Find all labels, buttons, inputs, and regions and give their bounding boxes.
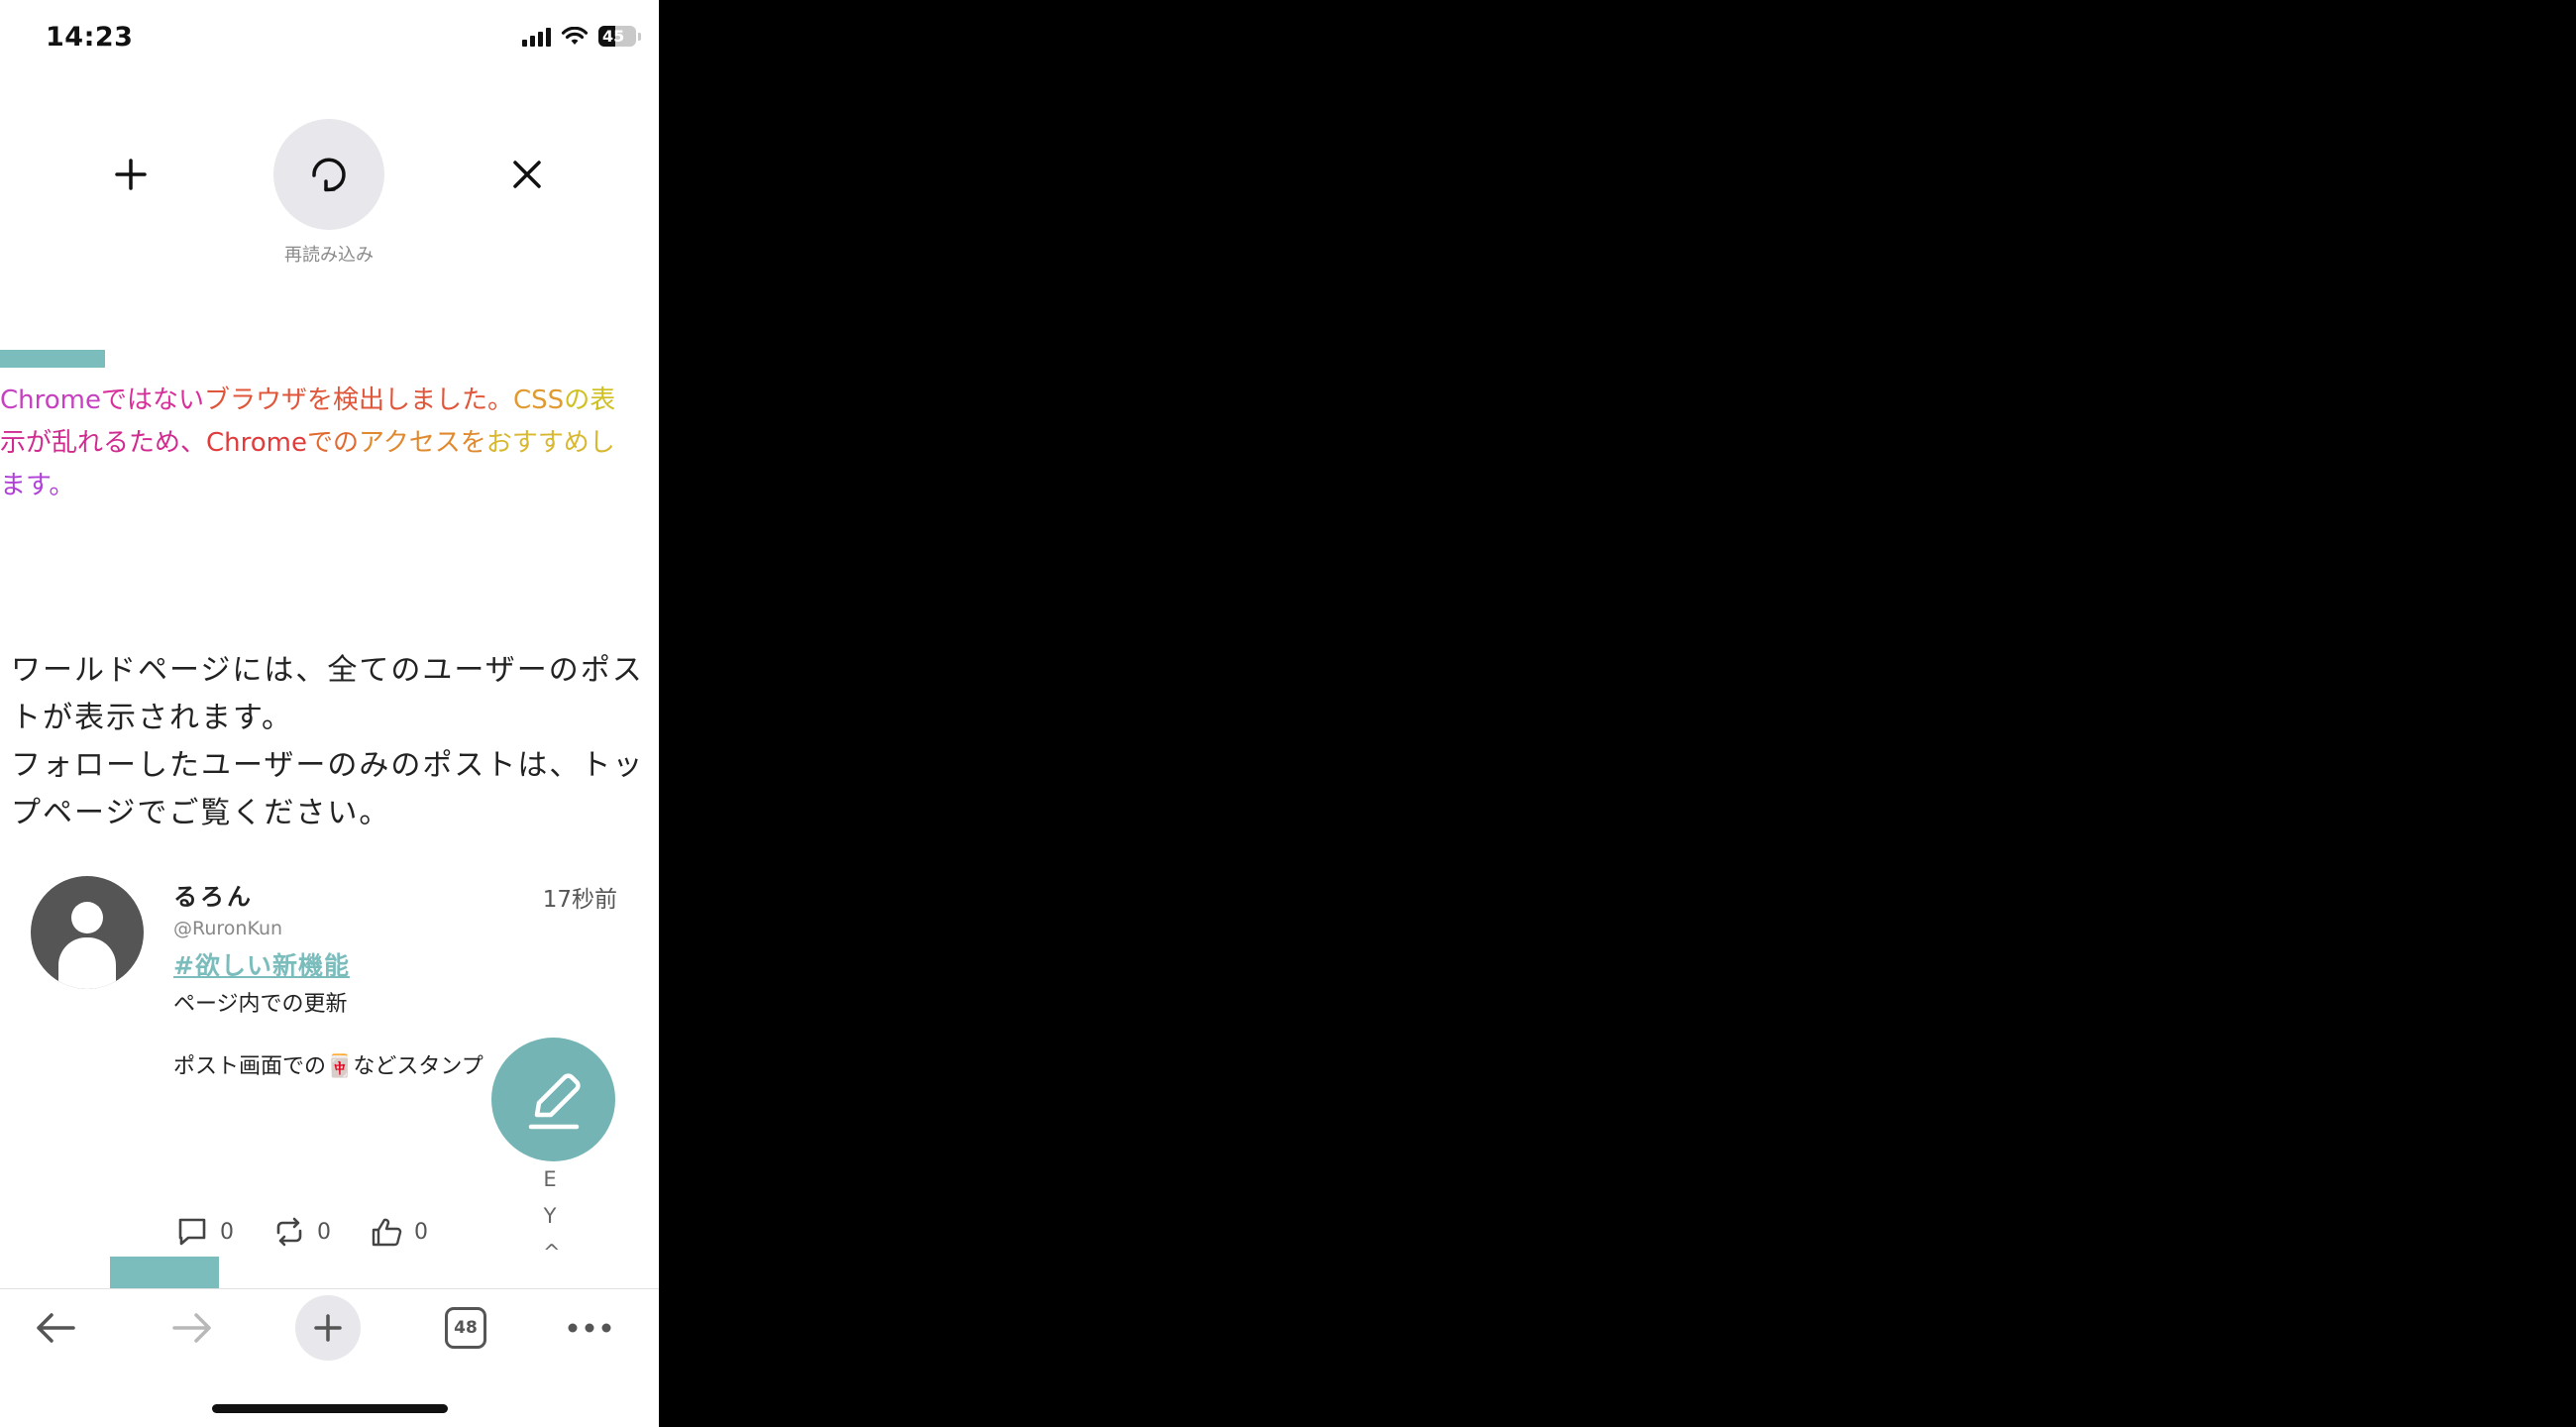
warning-segment: Chrome xyxy=(206,428,307,458)
tab-count: 48 xyxy=(445,1307,486,1349)
arrow-right-icon xyxy=(172,1313,211,1343)
reload-label: 再読み込み xyxy=(284,245,374,266)
like-count: 0 xyxy=(414,1219,428,1245)
thumbs-up-icon xyxy=(372,1218,402,1247)
close-button[interactable] xyxy=(472,119,583,230)
empty-display-area xyxy=(659,0,2576,1427)
warning-segment: の表 xyxy=(564,385,616,415)
side-letters: E Y ^ xyxy=(543,1161,561,1271)
warning-segment: CSS xyxy=(513,385,565,415)
toolbar-new-tab-button[interactable] xyxy=(288,1295,368,1361)
browser-warning: Chromeではないブラウザを検出しました。CSSの表 示が乱れるため、Chro… xyxy=(0,380,659,507)
world-page-description: ワールドページには、全てのユーザーのポストが表示されます。 フォローしたユーザーの… xyxy=(11,647,655,837)
more-menu-button[interactable] xyxy=(550,1295,629,1361)
post-actions: 0 0 0 xyxy=(176,1217,428,1247)
repost-icon xyxy=(276,1217,302,1247)
status-icons: 45 xyxy=(522,26,641,47)
side-letter: ^ xyxy=(543,1241,561,1264)
forward-button[interactable] xyxy=(153,1295,232,1361)
new-tab-plus-button[interactable] xyxy=(75,119,186,230)
warning-segment: アクセスを xyxy=(359,428,486,458)
tabs-button[interactable]: 48 xyxy=(426,1295,505,1361)
header-accent-bar xyxy=(0,350,105,368)
warning-segment: での xyxy=(307,428,360,458)
mahjong-stamp-icon: 🀄 xyxy=(326,1054,354,1079)
pencil-icon xyxy=(528,1072,581,1129)
post-user-name[interactable]: るろん xyxy=(173,877,254,912)
status-time: 14:23 xyxy=(46,22,134,53)
battery-cap xyxy=(638,32,641,41)
reload-icon xyxy=(312,158,346,192)
reply-button[interactable]: 0 xyxy=(176,1217,234,1247)
compose-post-button[interactable] xyxy=(491,1038,615,1161)
warning-segment: ブラウザを検出しました。 xyxy=(204,385,514,415)
wifi-icon xyxy=(561,26,589,45)
side-letter: Y xyxy=(543,1204,557,1228)
plus-icon xyxy=(115,159,147,190)
phone-screen: 14:23 45 再読み込み Chromeではないブラウザを検出しました。CSS… xyxy=(0,0,659,1427)
description-paragraph: ワールドページには、全てのユーザーのポストが表示されます。 xyxy=(11,653,644,735)
post-user-handle[interactable]: @RuronKun xyxy=(173,918,282,939)
battery-percent: 45 xyxy=(602,27,625,46)
arrow-left-icon xyxy=(37,1313,75,1343)
toolbar-divider xyxy=(0,1288,659,1289)
post-text-line: ページ内での更新 xyxy=(173,992,348,1017)
repost-button[interactable]: 0 xyxy=(273,1217,331,1247)
comment-icon xyxy=(178,1218,206,1246)
reload-button[interactable] xyxy=(273,119,384,230)
reply-count: 0 xyxy=(220,1219,234,1245)
warning-segment: 示が乱れるため、 xyxy=(0,428,207,458)
warning-segment: Chrome xyxy=(0,385,101,415)
signal-icon xyxy=(522,27,551,47)
close-icon xyxy=(513,161,541,188)
back-button[interactable] xyxy=(16,1295,95,1361)
post-time: 17秒前 xyxy=(542,887,617,913)
post-hashtag-link[interactable]: #欲しい新機能 xyxy=(173,946,350,982)
plus-icon xyxy=(314,1314,342,1342)
like-button[interactable]: 0 xyxy=(371,1217,428,1247)
more-dots-icon xyxy=(568,1323,611,1333)
description-paragraph: フォローしたユーザーのみのポストは、トップページでご覧ください。 xyxy=(11,748,645,830)
side-letter: E xyxy=(543,1167,557,1191)
repost-count: 0 xyxy=(317,1219,331,1245)
warning-segment: おすすめし xyxy=(485,428,615,458)
warning-segment: ではない xyxy=(100,385,204,415)
footer-accent-bar xyxy=(110,1257,219,1288)
warning-segment: ます。 xyxy=(0,471,75,500)
avatar[interactable] xyxy=(31,876,144,989)
battery-icon: 45 xyxy=(598,26,636,47)
home-indicator xyxy=(212,1404,448,1413)
